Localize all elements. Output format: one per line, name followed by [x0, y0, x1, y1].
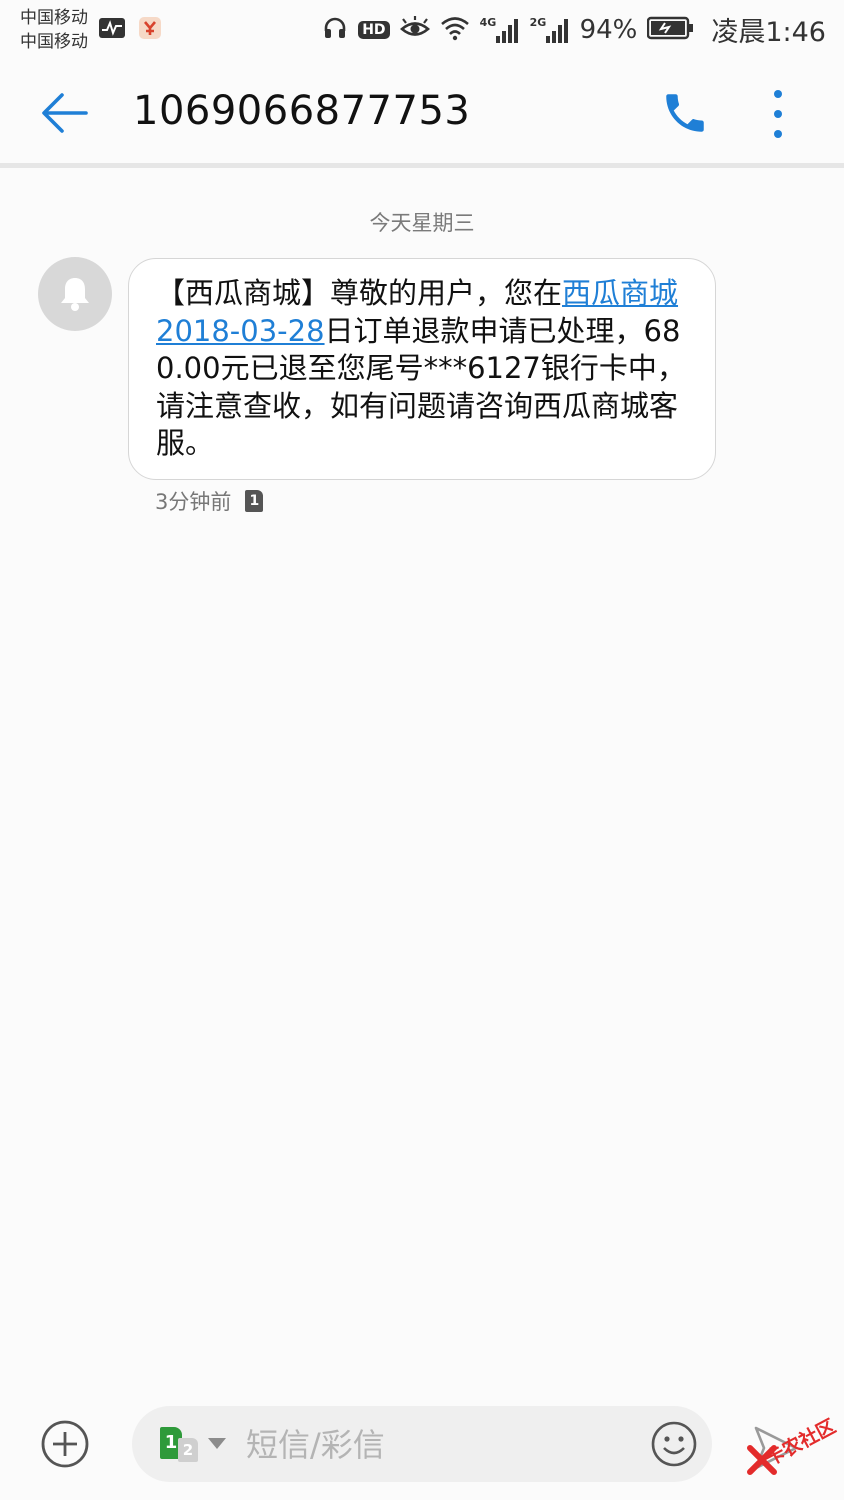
smiley-icon — [651, 1421, 697, 1467]
activity-monitor-icon — [98, 16, 126, 44]
message-text-start: 【西瓜商城】尊敬的用户，您在 — [156, 276, 563, 310]
plus-circle-icon — [41, 1420, 89, 1468]
sim-selector[interactable]: 1 2 — [160, 1424, 226, 1462]
more-vertical-icon — [774, 90, 782, 138]
carrier-labels: 中国移动 中国移动 — [20, 6, 88, 54]
conversation-header: 1069066877753 — [0, 62, 844, 164]
sender-avatar[interactable] — [38, 257, 112, 331]
status-bar: 中国移动 中国移动 HD 4G 2G 94% 凌晨1:46 — [0, 0, 844, 60]
app-notification-icon — [138, 16, 162, 44]
carrier-1-label: 中国移动 — [20, 8, 88, 28]
sim-card-icon: 1 — [245, 490, 264, 512]
add-attachment-button[interactable] — [40, 1419, 90, 1469]
contact-title: 1069066877753 — [133, 88, 471, 134]
date-separator: 今天星期三 — [369, 211, 475, 235]
battery-icon — [647, 16, 695, 44]
eye-comfort-icon — [399, 15, 430, 45]
sim-2-icon: 2 — [178, 1438, 198, 1462]
hd-icon: HD — [358, 20, 390, 39]
battery-percent: 94% — [579, 14, 638, 45]
headset-icon — [322, 15, 348, 45]
back-arrow-icon — [42, 93, 88, 133]
notification-bell-icon — [61, 278, 89, 311]
message-bubble[interactable]: 【西瓜商城】尊敬的用户，您在西瓜商城2018-03-28日订单退款申请已处理，6… — [128, 258, 716, 480]
signal-icon-2: 2G — [530, 16, 570, 44]
call-button[interactable] — [660, 88, 710, 138]
message-input[interactable] — [244, 1418, 628, 1472]
message-time: 3分钟前 — [155, 490, 232, 514]
status-time: 凌晨1:46 — [711, 17, 826, 48]
dropdown-arrow-icon — [208, 1437, 226, 1449]
wifi-icon — [440, 15, 470, 45]
header-divider — [0, 163, 844, 168]
back-button[interactable] — [38, 86, 92, 140]
carrier-2-label: 中国移动 — [20, 32, 88, 52]
emoji-button[interactable] — [650, 1420, 698, 1468]
compose-bar: 1 2 — [132, 1406, 712, 1482]
more-options-button[interactable] — [760, 86, 796, 142]
signal-icon: 4G — [480, 16, 520, 44]
message-meta: 3分钟前 1 — [155, 486, 264, 516]
phone-call-icon — [666, 94, 704, 132]
